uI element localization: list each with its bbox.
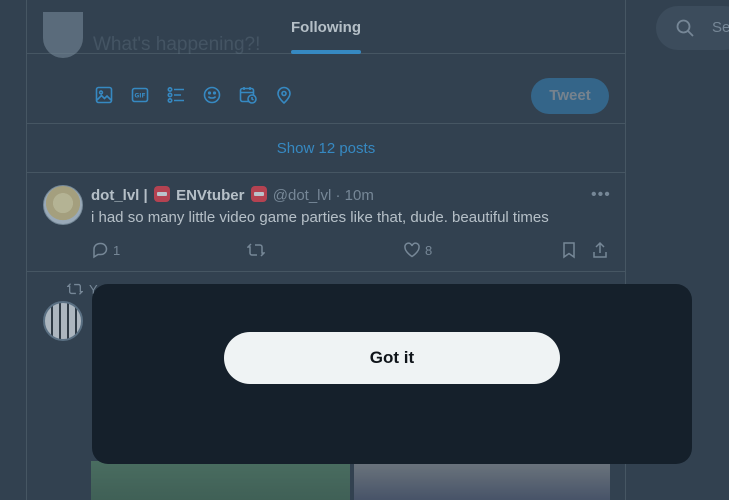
compose-placeholder[interactable]: What's happening?! — [93, 34, 260, 56]
show-new-posts-button[interactable]: Show 12 posts — [27, 125, 625, 173]
search-box[interactable]: Se — [656, 6, 729, 50]
retweet-action[interactable] — [247, 241, 265, 259]
reply-icon — [93, 242, 108, 259]
left-gutter — [0, 0, 26, 500]
onboarding-modal: Got it — [92, 284, 692, 464]
tweet-card[interactable]: dot_lvl | ENVtuber @dot_lvl · 10m ••• i … — [27, 174, 625, 272]
svg-text:GIF: GIF — [134, 93, 145, 100]
tweet-button[interactable]: Tweet — [531, 78, 609, 114]
got-it-button[interactable]: Got it — [224, 332, 560, 384]
bookmark-icon — [563, 242, 575, 259]
bookmark-action[interactable] — [560, 241, 578, 259]
schedule-icon[interactable] — [238, 85, 258, 105]
avatar[interactable] — [43, 301, 83, 341]
poll-icon[interactable] — [166, 85, 186, 105]
tab-following[interactable]: Following — [27, 19, 625, 36]
avatar[interactable] — [43, 185, 83, 225]
compose-toolbar: GIF Tweet — [27, 55, 625, 124]
reply-action[interactable]: 1 — [91, 241, 120, 259]
tweet-header: dot_lvl | ENVtuber @dot_lvl · 10m — [91, 186, 374, 204]
tweet-text: i had so many little video game parties … — [91, 209, 549, 226]
timeline-header: What's happening?! Following — [27, 0, 625, 58]
retweet-icon — [247, 243, 265, 257]
display-name-part2[interactable]: ENVtuber — [176, 187, 244, 204]
calendar-badge-icon — [250, 186, 267, 202]
handle-and-time[interactable]: @dot_lvl · 10m — [273, 187, 374, 204]
calendar-badge-icon — [153, 186, 170, 202]
share-action[interactable] — [591, 241, 609, 259]
search-icon — [676, 19, 694, 37]
search-placeholder: Se — [712, 19, 729, 36]
reply-count: 1 — [113, 242, 121, 258]
like-action[interactable]: 8 — [403, 241, 432, 259]
retweet-icon — [67, 283, 83, 295]
tab-active-indicator — [291, 50, 361, 54]
emoji-icon[interactable] — [202, 85, 222, 105]
tweet-media-2[interactable] — [354, 461, 610, 500]
share-icon — [593, 241, 607, 258]
tweet-media-1[interactable] — [91, 461, 350, 500]
image-icon[interactable] — [94, 85, 114, 105]
like-count: 8 — [425, 242, 433, 258]
display-name-part1[interactable]: dot_lvl | — [91, 187, 148, 204]
gif-icon[interactable]: GIF — [130, 85, 150, 105]
heart-icon — [404, 242, 420, 258]
more-options-icon[interactable]: ••• — [591, 186, 611, 204]
location-icon[interactable] — [274, 85, 294, 105]
